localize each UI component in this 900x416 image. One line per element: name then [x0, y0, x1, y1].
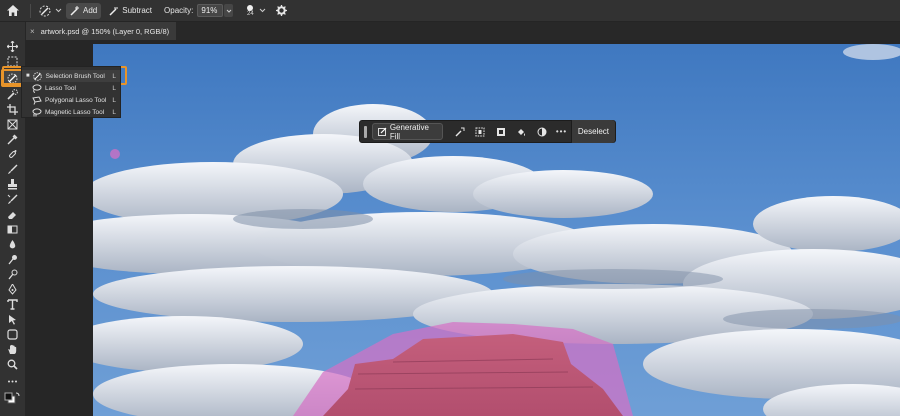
- chevron-down-icon: [55, 8, 62, 13]
- zoom-tool-icon[interactable]: [3, 358, 21, 371]
- chevron-down-icon: [226, 9, 232, 13]
- generative-fill-icon: [377, 127, 387, 136]
- opacity-dropdown[interactable]: [224, 4, 234, 17]
- gear-icon[interactable]: [276, 5, 288, 16]
- blur-tool-icon[interactable]: [3, 238, 21, 251]
- flyout-item-shortcut: L: [112, 108, 116, 116]
- pen-tool-icon[interactable]: [3, 283, 21, 296]
- brush-size-picker[interactable]: 24: [243, 4, 257, 18]
- magnetic-lasso-icon: [32, 107, 42, 117]
- crop-tool-icon[interactable]: [3, 103, 21, 116]
- type-tool-icon[interactable]: [3, 298, 21, 311]
- chevron-down-icon[interactable]: [259, 8, 266, 13]
- more-tools-icon[interactable]: [3, 375, 21, 388]
- lasso-tool-flyout: ■ Selection Brush Tool L Lasso Tool L Po…: [21, 66, 121, 118]
- clone-stamp-tool-icon[interactable]: [3, 178, 21, 191]
- contextual-task-bar: Generative Fill ••• Deselect: [359, 120, 616, 143]
- flyout-item-lasso[interactable]: Lasso Tool L: [22, 82, 120, 94]
- fill-selection-icon[interactable]: [511, 123, 532, 140]
- close-icon[interactable]: ×: [30, 27, 35, 36]
- opacity-field[interactable]: 91%: [197, 4, 224, 17]
- foreground-background-color-icon[interactable]: [3, 392, 21, 405]
- quick-selection-tool-icon[interactable]: [3, 88, 21, 101]
- history-brush-tool-icon[interactable]: [3, 193, 21, 206]
- flyout-item-label: Selection Brush Tool: [45, 72, 105, 80]
- opacity-label: Opacity:: [164, 6, 194, 15]
- deselect-button[interactable]: Deselect: [570, 120, 615, 143]
- add-mode-button[interactable]: Add: [66, 2, 102, 19]
- document-canvas[interactable]: [93, 44, 900, 416]
- flyout-item-shortcut: L: [112, 72, 116, 80]
- subtract-mode-button[interactable]: Subtract: [105, 3, 156, 19]
- spot-healing-tool-icon[interactable]: [3, 148, 21, 161]
- dodge-tool-icon[interactable]: [3, 253, 21, 266]
- document-tab[interactable]: × artwork.psd @ 150% (Layer 0, RGB/8): [26, 22, 176, 40]
- bullet-icon: ■: [26, 73, 30, 79]
- options-bar: Add Subtract Opacity: 91% 24: [0, 0, 900, 22]
- subtract-mode-label: Subtract: [122, 6, 153, 15]
- add-mode-label: Add: [83, 6, 98, 15]
- gradient-tool-icon[interactable]: [3, 223, 21, 236]
- selection-brush-icon: [32, 71, 43, 81]
- invert-selection-icon[interactable]: [490, 123, 511, 140]
- document-tab-bar: × artwork.psd @ 150% (Layer 0, RGB/8): [26, 22, 900, 40]
- select-subject-icon[interactable]: [470, 123, 491, 140]
- home-icon[interactable]: [0, 0, 26, 22]
- flyout-item-polygonal-lasso[interactable]: Polygonal Lasso Tool L: [22, 94, 120, 106]
- eyedropper-tool-icon[interactable]: [3, 133, 21, 146]
- shape-tool-icon[interactable]: [3, 328, 21, 341]
- brush-size-value: 24: [247, 10, 254, 17]
- generative-fill-button[interactable]: Generative Fill: [371, 122, 444, 141]
- move-tool-icon[interactable]: [3, 40, 21, 53]
- tool-preset-picker[interactable]: [35, 3, 66, 19]
- flyout-item-shortcut: L: [112, 96, 116, 104]
- generative-fill-label: Generative Fill: [389, 122, 429, 141]
- brush-add-icon: [70, 5, 80, 16]
- eraser-tool-icon[interactable]: [3, 208, 21, 221]
- flyout-item-label: Magnetic Lasso Tool: [45, 108, 105, 116]
- flyout-item-label: Polygonal Lasso Tool: [45, 96, 107, 104]
- flyout-item-magnetic-lasso[interactable]: Magnetic Lasso Tool L: [22, 106, 120, 118]
- drag-handle-icon[interactable]: [364, 125, 367, 138]
- flyout-item-selection-brush[interactable]: ■ Selection Brush Tool L: [22, 70, 120, 82]
- lasso-icon: [32, 83, 42, 93]
- path-selection-tool-icon[interactable]: [3, 313, 21, 326]
- smudge-tool-icon[interactable]: [3, 268, 21, 281]
- frame-tool-icon[interactable]: [3, 118, 21, 131]
- divider: [30, 3, 31, 18]
- hand-tool-icon[interactable]: [3, 343, 21, 356]
- polygonal-lasso-icon: [32, 95, 42, 105]
- brush-subtract-icon: [109, 6, 119, 16]
- canvas-image: [93, 44, 900, 416]
- modify-selection-icon[interactable]: [449, 123, 470, 140]
- adjustment-layer-icon[interactable]: [532, 123, 553, 140]
- flyout-item-label: Lasso Tool: [45, 84, 76, 92]
- document-tab-title: artwork.psd @ 150% (Layer 0, RGB/8): [40, 26, 170, 36]
- flyout-item-shortcut: L: [112, 84, 116, 92]
- brush-tool-icon[interactable]: [3, 163, 21, 176]
- more-options-icon[interactable]: •••: [552, 127, 571, 136]
- selection-brush-icon: [39, 5, 52, 17]
